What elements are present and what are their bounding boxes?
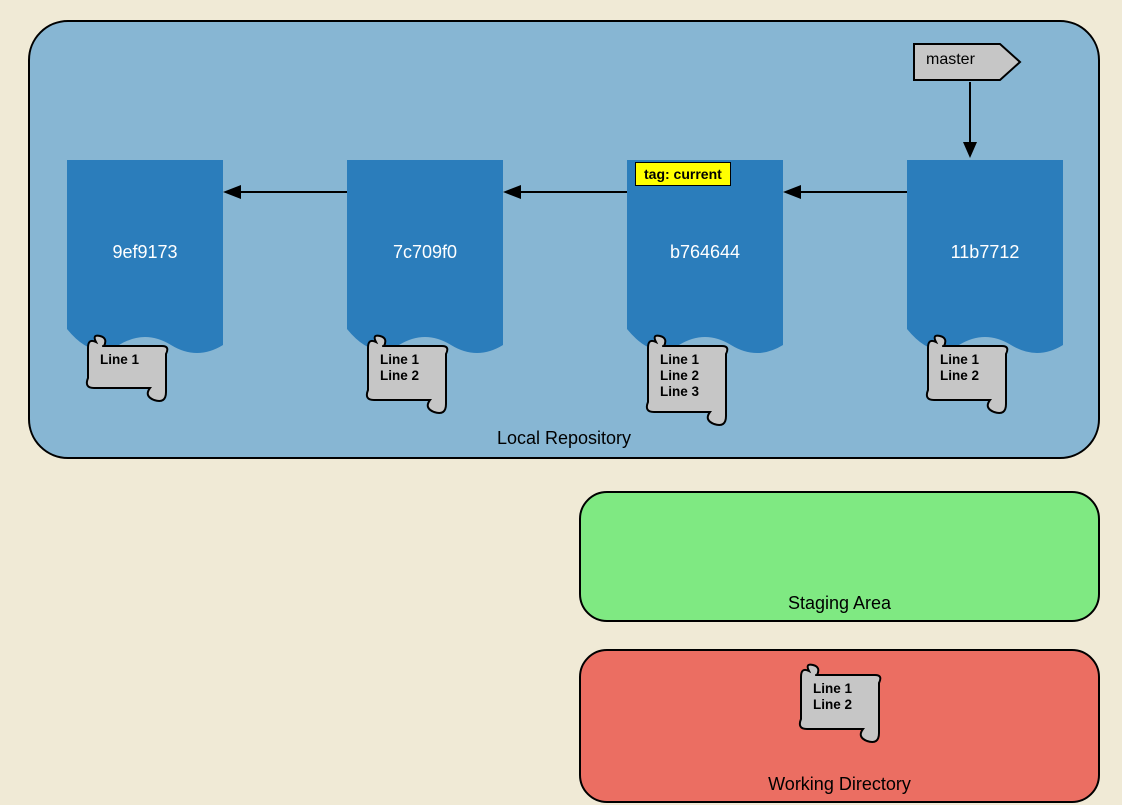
commit-node: 9ef9173 [67, 160, 223, 360]
master-label: master [926, 51, 975, 69]
local-repository-label: Local Repository [30, 428, 1098, 449]
commit-node: tag: current b764644 [627, 160, 783, 360]
commit-hash: b764644 [627, 242, 783, 263]
commit-hash: 11b7712 [907, 242, 1063, 263]
commit-node: 11b7712 [907, 160, 1063, 360]
working-directory-label: Working Directory [581, 774, 1098, 795]
file-scroll-icon: Line 1 [84, 334, 170, 408]
local-repository-container: master 9ef9173 7c709f0 tag: current b764… [28, 20, 1100, 459]
file-content: Line 1 [100, 352, 139, 368]
file-content: Line 1 Line 2 [940, 352, 979, 384]
arrow-parent [503, 182, 627, 202]
file-scroll-icon: Line 1 Line 2 Line 3 [644, 334, 730, 432]
staging-area-container: Staging Area [579, 491, 1100, 622]
file-content: Line 1 Line 2 [380, 352, 419, 384]
tag-current: tag: current [635, 162, 731, 186]
master-branch-pointer: master [912, 42, 1024, 82]
commit-hash: 7c709f0 [347, 242, 503, 263]
commit-node: 7c709f0 [347, 160, 503, 360]
file-scroll-icon: Line 1 Line 2 [797, 663, 883, 749]
arrow-parent [783, 182, 907, 202]
staging-area-label: Staging Area [581, 593, 1098, 614]
file-scroll-icon: Line 1 Line 2 [924, 334, 1010, 420]
arrow-master-to-commit [960, 82, 980, 160]
working-directory-container: Line 1 Line 2 Working Directory [579, 649, 1100, 803]
file-scroll-icon: Line 1 Line 2 [364, 334, 450, 420]
file-content: Line 1 Line 2 [813, 681, 852, 713]
arrow-parent [223, 182, 347, 202]
commit-hash: 9ef9173 [67, 242, 223, 263]
file-content: Line 1 Line 2 Line 3 [660, 352, 699, 400]
